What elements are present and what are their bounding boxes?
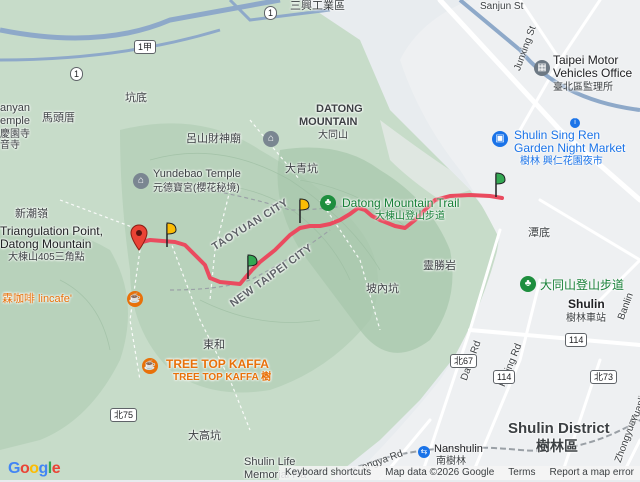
label-kengdi: 坑底 xyxy=(125,92,147,104)
route-shield-114b: 114 xyxy=(565,333,588,347)
label-triangulation-cn: 大棟山405三角點 xyxy=(8,252,85,263)
label-sanjun: Sanjun St xyxy=(480,1,524,12)
label-lingsheng: 靈勝岩 xyxy=(423,260,456,272)
cafe-icon[interactable]: ☕ xyxy=(127,291,143,307)
label-nyan-2: emple xyxy=(0,115,30,127)
route-shield-bei75: 北75 xyxy=(110,408,138,422)
label-nyan-4: 音寺 xyxy=(0,140,20,151)
label-xinchaoling: 新潮嶺 xyxy=(15,208,48,220)
temple-icon[interactable]: ⌂ xyxy=(263,131,279,147)
route-shield-bei73: 北73 xyxy=(590,370,618,384)
label-datong-mtn-2: MOUNTAIN xyxy=(299,116,358,128)
label-treetop-1[interactable]: TREE TOP KAFFA xyxy=(166,358,269,371)
route-shield-1a: 1甲 xyxy=(134,40,157,54)
label-lincafe[interactable]: 霖咖啡 lincafe' xyxy=(2,293,72,306)
label-dagaokeng: 大高坑 xyxy=(188,430,221,442)
label-nyan-1: anyan xyxy=(0,102,30,114)
map-footer: Google Google Keyboard shortcuts Map dat… xyxy=(0,460,640,480)
route-shield-1: 1 xyxy=(264,6,278,20)
route-shield-1b: 1 xyxy=(70,67,84,81)
map-data-text: Map data ©2026 Google xyxy=(385,467,495,478)
label-shulin-district-2: 樹林區 xyxy=(536,438,578,454)
attribution-bar: Keyboard shortcuts Map data ©2026 Google… xyxy=(278,466,640,480)
green-flag-marker-end[interactable] xyxy=(492,170,510,198)
temple-icon-2[interactable]: ⌂ xyxy=(133,173,149,189)
label-lushan: 呂山財神廟 xyxy=(186,133,241,145)
label-poneikeng: 坡內坑 xyxy=(366,283,399,295)
label-sanxing: 三興工業區 xyxy=(290,0,345,12)
yellow-flag-marker[interactable] xyxy=(163,220,181,248)
label-tandi: 潭底 xyxy=(528,227,550,239)
route-shield-114a: 114 xyxy=(493,370,516,384)
label-motor-cn: 臺北區監理所 xyxy=(553,82,613,93)
park-tree-icon[interactable]: ♣ xyxy=(320,195,336,211)
label-datong-mtn-cn: 大同山 xyxy=(318,130,348,141)
yellow-flag-marker-2[interactable] xyxy=(296,196,314,224)
label-datong-trail[interactable]: Datong Mountain Trail xyxy=(342,197,459,210)
label-datong-trail-cn: 大棟山登山步道 xyxy=(375,211,445,222)
label-datong-mtn-1: DATONG xyxy=(316,103,363,115)
label-treetop-2: TREE TOP KAFFA 樹 xyxy=(173,372,272,383)
train-station-icon[interactable]: ⇆ xyxy=(418,446,430,458)
cafe-icon-2[interactable]: ☕ xyxy=(142,358,158,374)
google-logo[interactable]: Google xyxy=(8,460,61,478)
terms-link[interactable]: Terms xyxy=(508,466,535,480)
label-yundebao-2: 元德寶宮(櫻花秘境) xyxy=(153,183,240,194)
info-icon[interactable]: i xyxy=(570,118,580,128)
google-logo-text: Google xyxy=(0,464,1,465)
label-shulin-district-1: Shulin District xyxy=(508,420,610,437)
red-pin-marker[interactable] xyxy=(129,224,149,252)
label-datong-trail-2[interactable]: 大同山登山步道 xyxy=(540,279,624,292)
label-shulin-market-2: Garden Night Market xyxy=(514,141,626,155)
label-shulin-station-2: 樹林車站 xyxy=(566,313,606,324)
report-error-link[interactable]: Report a map error xyxy=(550,466,634,480)
gov-office-icon[interactable]: ▦ xyxy=(534,60,550,76)
label-matou: 馬頭厝 xyxy=(42,112,75,124)
keyboard-shortcuts-link[interactable]: Keyboard shortcuts xyxy=(285,466,371,480)
park-tree-icon-2[interactable]: ♣ xyxy=(520,276,536,292)
label-yundebao-1: Yundebao Temple xyxy=(153,168,241,180)
label-daqingkeng: 大青坑 xyxy=(285,163,318,175)
shopping-bag-icon[interactable]: ▣ xyxy=(492,131,508,147)
route-shield-bei67: 北67 xyxy=(450,354,478,368)
label-taipei-motor-2: Vehicles Office xyxy=(553,66,633,80)
label-donghe: 東和 xyxy=(203,339,225,351)
label-shulin-station-1[interactable]: Shulin xyxy=(568,298,605,311)
label-shulin-market-cn: 樹林 興仁花園夜市 xyxy=(520,156,603,167)
label-triangulation-2: Datong Mountain xyxy=(0,237,92,251)
